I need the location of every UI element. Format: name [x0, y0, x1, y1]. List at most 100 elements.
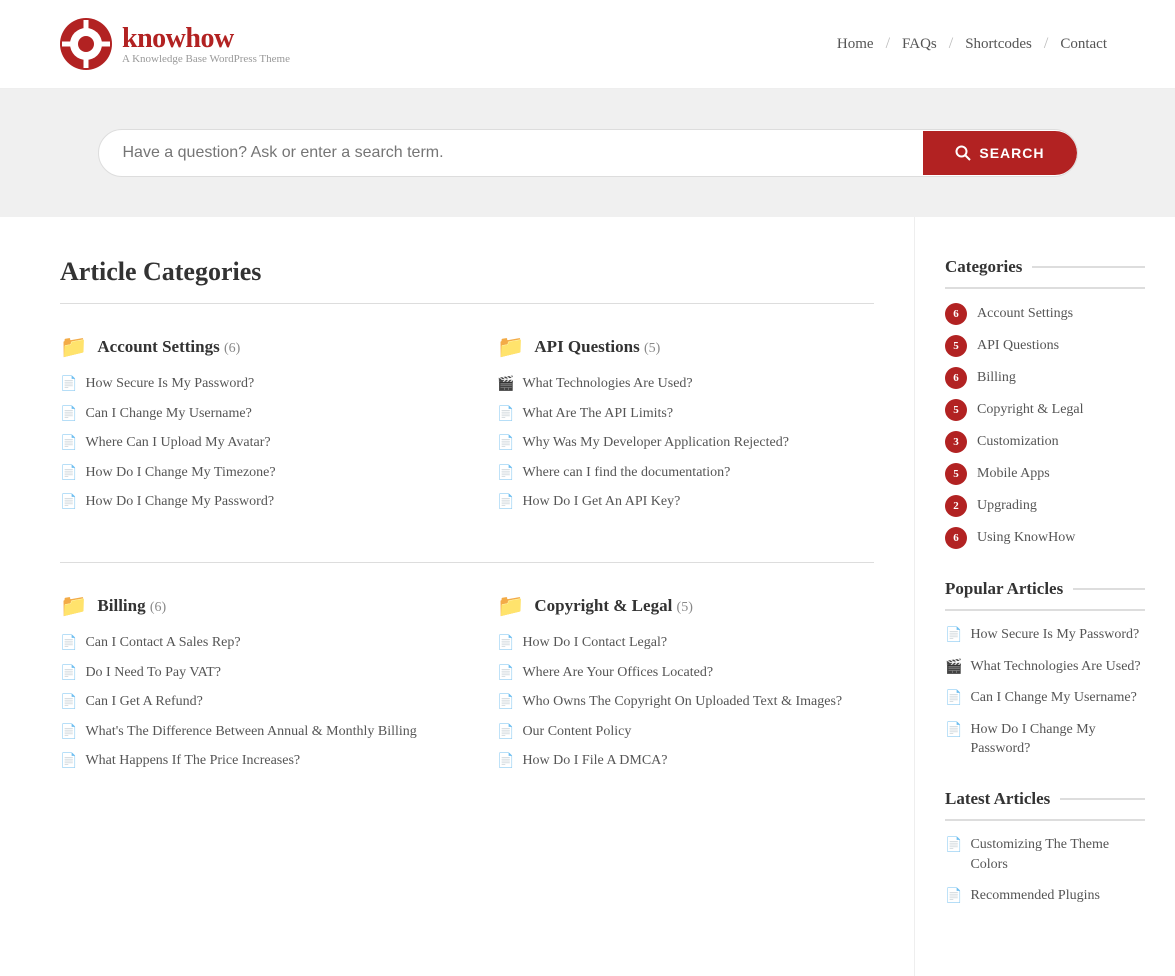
article-icon: 📄: [945, 888, 962, 905]
popular-article-link[interactable]: What Technologies Are Used?: [970, 657, 1140, 677]
category-count-api-questions: (5): [644, 341, 660, 356]
article-icon: 📄: [497, 694, 514, 711]
folder-icon: 📁: [497, 334, 524, 360]
list-item: 📄 Where Can I Upload My Avatar?: [60, 433, 437, 453]
badge-account-settings: 6: [945, 303, 967, 325]
article-link[interactable]: What Happens If The Price Increases?: [85, 751, 300, 771]
article-link[interactable]: How Do I Change My Timezone?: [85, 463, 275, 483]
category-title-api-questions[interactable]: API Questions (5): [534, 337, 660, 357]
category-count-billing: (6): [150, 600, 166, 615]
sidebar-popular-section: Popular Articles 📄 How Secure Is My Pass…: [945, 579, 1145, 759]
search-input[interactable]: [99, 130, 924, 176]
article-icon: 📄: [945, 627, 962, 644]
sidebar-item-account-settings[interactable]: 6 Account Settings: [945, 303, 1145, 325]
nav-contact[interactable]: Contact: [1052, 32, 1115, 57]
sidebar-latest-section: Latest Articles 📄 Customizing The Theme …: [945, 789, 1145, 906]
latest-article-link[interactable]: Customizing The Theme Colors: [970, 835, 1145, 874]
sidebar-item-customization[interactable]: 3 Customization: [945, 431, 1145, 453]
article-icon: 📄: [497, 753, 514, 770]
sidebar-popular-title: Popular Articles: [945, 579, 1145, 611]
article-icon: 📄: [497, 494, 514, 511]
popular-article-link[interactable]: Can I Change My Username?: [970, 688, 1136, 708]
sidebar-item-api-questions[interactable]: 5 API Questions: [945, 335, 1145, 357]
article-list-account-settings: 📄How Secure Is My Password? 📄Can I Chang…: [60, 374, 437, 512]
article-icon: 📄: [60, 465, 77, 482]
nav-home[interactable]: Home: [829, 32, 882, 57]
list-item: 📄 How Do I File A DMCA?: [497, 751, 874, 771]
list-item: 📄Where can I find the documentation?: [497, 463, 874, 483]
latest-article-item: 📄 Customizing The Theme Colors: [945, 835, 1145, 874]
article-icon: 📄: [60, 694, 77, 711]
article-link[interactable]: Can I Change My Username?: [85, 404, 251, 424]
popular-article-link[interactable]: How Secure Is My Password?: [970, 625, 1139, 645]
article-link[interactable]: How Do I File A DMCA?: [522, 751, 667, 771]
header: knowhow A Knowledge Base WordPress Theme…: [0, 0, 1175, 89]
category-title-copyright-legal[interactable]: Copyright & Legal (5): [534, 596, 692, 616]
article-icon: 📄: [60, 435, 77, 452]
article-link[interactable]: What's The Difference Between Annual & M…: [85, 722, 416, 742]
logo-tagline: A Knowledge Base WordPress Theme: [122, 53, 290, 65]
categories-grid-2: 📁 Billing (6) 📄Can I Contact A Sales Rep…: [60, 593, 874, 791]
popular-article-item: 📄 Can I Change My Username?: [945, 688, 1145, 708]
badge-upgrading: 2: [945, 495, 967, 517]
sidebar-label-customization: Customization: [977, 434, 1059, 450]
folder-icon: 📁: [60, 593, 87, 619]
category-billing: 📁 Billing (6) 📄Can I Contact A Sales Rep…: [60, 593, 437, 781]
sidebar-item-billing[interactable]: 6 Billing: [945, 367, 1145, 389]
article-icon: 📄: [945, 722, 962, 739]
sidebar-item-mobile-apps[interactable]: 5 Mobile Apps: [945, 463, 1145, 485]
category-title-account-settings[interactable]: Account Settings (6): [97, 337, 240, 357]
nav-shortcodes[interactable]: Shortcodes: [957, 32, 1040, 57]
sidebar-item-copyright-legal[interactable]: 5 Copyright & Legal: [945, 399, 1145, 421]
logo-text: knowhow A Knowledge Base WordPress Theme: [122, 23, 290, 65]
article-link[interactable]: How Do I Change My Password?: [85, 492, 274, 512]
category-header-copyright-legal: 📁 Copyright & Legal (5): [497, 593, 874, 619]
article-icon: 📄: [945, 837, 962, 854]
article-link[interactable]: Can I Contact A Sales Rep?: [85, 633, 240, 653]
article-link[interactable]: Can I Get A Refund?: [85, 692, 202, 712]
main-layout: Article Categories 📁 Account Settings (6…: [0, 217, 1175, 976]
article-link[interactable]: Where Can I Upload My Avatar?: [85, 433, 270, 453]
article-link[interactable]: Our Content Policy: [522, 722, 631, 742]
nav-sep-2: /: [949, 35, 953, 53]
article-link[interactable]: How Secure Is My Password?: [85, 374, 254, 394]
article-link[interactable]: Where can I find the documentation?: [522, 463, 730, 483]
article-link[interactable]: Where Are Your Offices Located?: [522, 663, 713, 683]
category-count-account-settings: (6): [224, 341, 240, 356]
article-link[interactable]: Who Owns The Copyright On Uploaded Text …: [522, 692, 842, 712]
latest-article-link[interactable]: Recommended Plugins: [970, 886, 1100, 906]
list-item: 📄Can I Contact A Sales Rep?: [60, 633, 437, 653]
folder-icon: 📁: [60, 334, 87, 360]
article-icon: 📄: [497, 406, 514, 423]
list-item: 📄Why Was My Developer Application Reject…: [497, 433, 874, 453]
sidebar-label-upgrading: Upgrading: [977, 498, 1037, 514]
nav-faqs[interactable]: FAQs: [894, 32, 945, 57]
sidebar-label-using-knowhow: Using KnowHow: [977, 530, 1075, 546]
article-icon: 📄: [497, 724, 514, 741]
article-icon: 📄: [497, 665, 514, 682]
article-link[interactable]: How Do I Get An API Key?: [522, 492, 680, 512]
article-link[interactable]: How Do I Contact Legal?: [522, 633, 667, 653]
article-list-copyright-legal: 📄 How Do I Contact Legal? 📄 Where Are Your…: [497, 633, 874, 771]
popular-article-item: 📄 How Secure Is My Password?: [945, 625, 1145, 645]
main-nav: Home / FAQs / Shortcodes / Contact: [829, 32, 1115, 57]
article-link[interactable]: Why Was My Developer Application Rejecte…: [522, 433, 788, 453]
category-header-billing: 📁 Billing (6): [60, 593, 437, 619]
article-list-api-questions: 🎬What Technologies Are Used? 📄What Are T…: [497, 374, 874, 512]
category-title-billing[interactable]: Billing (6): [97, 596, 166, 616]
sidebar-item-using-knowhow[interactable]: 6 Using KnowHow: [945, 527, 1145, 549]
article-icon: 📄: [60, 494, 77, 511]
list-item: 📄Can I Change My Username?: [60, 404, 437, 424]
article-link[interactable]: What Are The API Limits?: [522, 404, 673, 424]
search-button[interactable]: SEARCH: [923, 131, 1076, 175]
category-count-copyright-legal: (5): [677, 600, 693, 615]
list-item: 📄What's The Difference Between Annual & …: [60, 722, 437, 742]
sidebar-label-api-questions: API Questions: [977, 338, 1059, 354]
sidebar-item-upgrading[interactable]: 2 Upgrading: [945, 495, 1145, 517]
article-link[interactable]: Do I Need To Pay VAT?: [85, 663, 221, 683]
popular-article-link[interactable]: How Do I Change My Password?: [970, 720, 1145, 759]
article-link[interactable]: What Technologies Are Used?: [522, 374, 692, 394]
badge-mobile-apps: 5: [945, 463, 967, 485]
list-item: 📄 How Do I Change My Password?: [60, 492, 437, 512]
popular-article-item: 🎬 What Technologies Are Used?: [945, 657, 1145, 677]
